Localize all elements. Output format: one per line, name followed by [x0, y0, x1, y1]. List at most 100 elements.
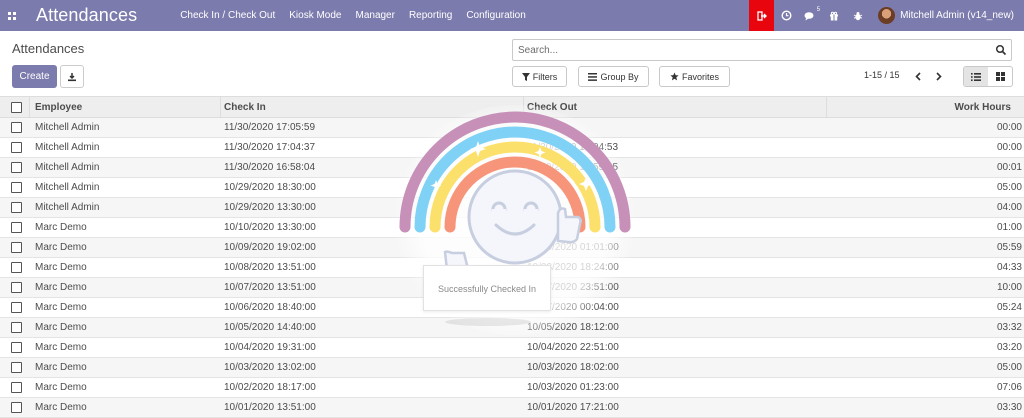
header-work-hours[interactable]: Work Hours	[830, 97, 1012, 118]
menu-kiosk-mode[interactable]: Kiosk Mode	[282, 0, 348, 31]
cell-work-hours: 00:01	[996, 162, 1022, 173]
pager-value[interactable]: 1-15 / 15	[864, 70, 900, 80]
row-checkbox[interactable]	[11, 402, 22, 413]
pager-previous-icon[interactable]	[911, 68, 925, 84]
select-all-checkbox[interactable]	[11, 102, 22, 113]
cell-employee: Marc Demo	[35, 262, 87, 273]
download-icon[interactable]	[60, 65, 84, 88]
cell-work-hours: 03:32	[996, 322, 1022, 333]
row-checkbox[interactable]	[11, 322, 22, 333]
row-checkbox[interactable]	[11, 362, 22, 373]
cell-check-in: 10/03/2020 13:02:00	[224, 362, 316, 373]
cell-work-hours: 07:06	[996, 382, 1022, 393]
cell-work-hours: 00:00	[996, 122, 1022, 133]
kanban-view-icon[interactable]	[988, 67, 1012, 86]
apps-grid-icon[interactable]	[0, 0, 24, 31]
row-checkbox[interactable]	[11, 342, 22, 353]
checked-in-notice: Successfully Checked In	[423, 265, 551, 311]
cell-employee: Marc Demo	[35, 222, 87, 233]
cell-employee: Mitchell Admin	[35, 142, 100, 153]
search-icon[interactable]	[995, 44, 1007, 56]
cell-check-in: 10/09/2020 19:02:00	[224, 242, 316, 253]
cell-work-hours: 03:30	[996, 402, 1022, 413]
view-switcher	[963, 66, 1013, 87]
row-checkbox[interactable]	[11, 302, 22, 313]
cell-check-in: 10/10/2020 13:30:00	[224, 222, 316, 233]
cell-employee: Marc Demo	[35, 342, 87, 353]
cell-work-hours: 10:00	[996, 282, 1022, 293]
table-row[interactable]: Marc Demo 10/01/2020 13:51:00 10/01/2020 1…	[0, 398, 1024, 418]
cell-employee: Mitchell Admin	[35, 122, 100, 133]
sign-out-icon[interactable]	[749, 0, 775, 31]
create-button[interactable]: Create	[12, 65, 57, 88]
cell-employee: Mitchell Admin	[35, 202, 100, 213]
systray: 5 Mitchell Admin (v14_new)	[749, 0, 1024, 31]
cell-check-in: 10/04/2020 19:31:00	[224, 342, 316, 353]
user-menu[interactable]: Mitchell Admin (v14_new)	[870, 0, 1024, 31]
cell-work-hours: 05:59	[996, 242, 1022, 253]
cell-work-hours: 00:00	[996, 142, 1022, 153]
group-by-button[interactable]: Group By	[578, 66, 649, 87]
filters-label: Filters	[532, 71, 558, 82]
pager-next-icon[interactable]	[932, 68, 946, 84]
row-checkbox[interactable]	[11, 222, 22, 233]
row-checkbox[interactable]	[11, 382, 22, 393]
group-by-label: Group By	[600, 71, 639, 82]
cell-check-in: 10/06/2020 18:40:00	[224, 302, 316, 313]
cell-employee: Marc Demo	[35, 322, 87, 333]
header-employee[interactable]: Employee	[35, 97, 82, 118]
comments-icon[interactable]: 5	[798, 0, 822, 31]
filters-button[interactable]: Filters	[512, 66, 567, 87]
menu-configuration[interactable]: Configuration	[459, 0, 532, 31]
search-input[interactable]	[513, 44, 983, 56]
menu-reporting[interactable]: Reporting	[402, 0, 459, 31]
table-row[interactable]: Marc Demo 10/04/2020 19:31:00 10/04/2020 2…	[0, 338, 1024, 358]
row-checkbox[interactable]	[11, 162, 22, 173]
star-icon	[670, 72, 679, 81]
menu-check-in-out[interactable]: Check In / Check Out	[173, 0, 282, 31]
gift-icon[interactable]	[822, 0, 846, 31]
row-checkbox[interactable]	[11, 202, 22, 213]
bars-icon	[588, 72, 598, 81]
table-row[interactable]: Marc Demo 10/02/2020 18:17:00 10/03/2020 0…	[0, 378, 1024, 398]
cell-work-hours: 03:20	[996, 342, 1022, 353]
favorites-label: Favorites	[681, 71, 719, 82]
top-navbar: Attendances Check In / Check Out Kiosk M…	[0, 0, 1024, 31]
cell-work-hours: 05:00	[996, 362, 1022, 373]
row-checkbox[interactable]	[11, 262, 22, 273]
user-name: Mitchell Admin (v14_new)	[900, 10, 1014, 21]
clock-icon[interactable]	[774, 0, 798, 31]
cell-employee: Marc Demo	[35, 282, 87, 293]
cell-check-out: 10/03/2020 01:23:00	[527, 382, 619, 393]
table-row[interactable]: Marc Demo 10/03/2020 13:02:00 10/03/2020 1…	[0, 358, 1024, 378]
favorites-button[interactable]: Favorites	[659, 66, 730, 87]
row-checkbox[interactable]	[11, 242, 22, 253]
cell-check-in: 10/29/2020 13:30:00	[224, 202, 316, 213]
search-bar	[512, 39, 1012, 61]
list-view-icon[interactable]	[964, 67, 988, 86]
avatar	[878, 7, 896, 24]
row-checkbox[interactable]	[11, 142, 22, 153]
cell-work-hours: 05:24	[996, 302, 1022, 313]
cell-check-in: 10/02/2020 18:17:00	[224, 382, 316, 393]
cell-work-hours: 01:00	[996, 222, 1022, 233]
cell-check-in: 11/30/2020 17:04:37	[224, 142, 316, 153]
row-checkbox[interactable]	[11, 282, 22, 293]
row-checkbox[interactable]	[11, 122, 22, 133]
cell-work-hours: 04:33	[996, 262, 1022, 273]
cell-employee: Marc Demo	[35, 242, 87, 253]
chat-count-badge: 5	[816, 7, 821, 13]
menu-manager[interactable]: Manager	[348, 0, 401, 31]
cell-check-in: 10/05/2020 14:40:00	[224, 322, 316, 333]
app-brand[interactable]: Attendances	[36, 5, 137, 26]
header-check-in[interactable]: Check In	[224, 97, 266, 118]
row-checkbox[interactable]	[11, 182, 22, 193]
cell-check-in: 10/08/2020 13:51:00	[224, 262, 316, 273]
cell-work-hours: 04:00	[996, 202, 1022, 213]
cell-employee: Marc Demo	[35, 362, 87, 373]
cell-employee: Marc Demo	[35, 382, 87, 393]
bug-icon[interactable]	[846, 0, 870, 31]
cell-check-out: 10/01/2020 17:21:00	[527, 402, 619, 413]
cell-check-out: 10/03/2020 18:02:00	[527, 362, 619, 373]
filter-icon	[521, 72, 530, 81]
